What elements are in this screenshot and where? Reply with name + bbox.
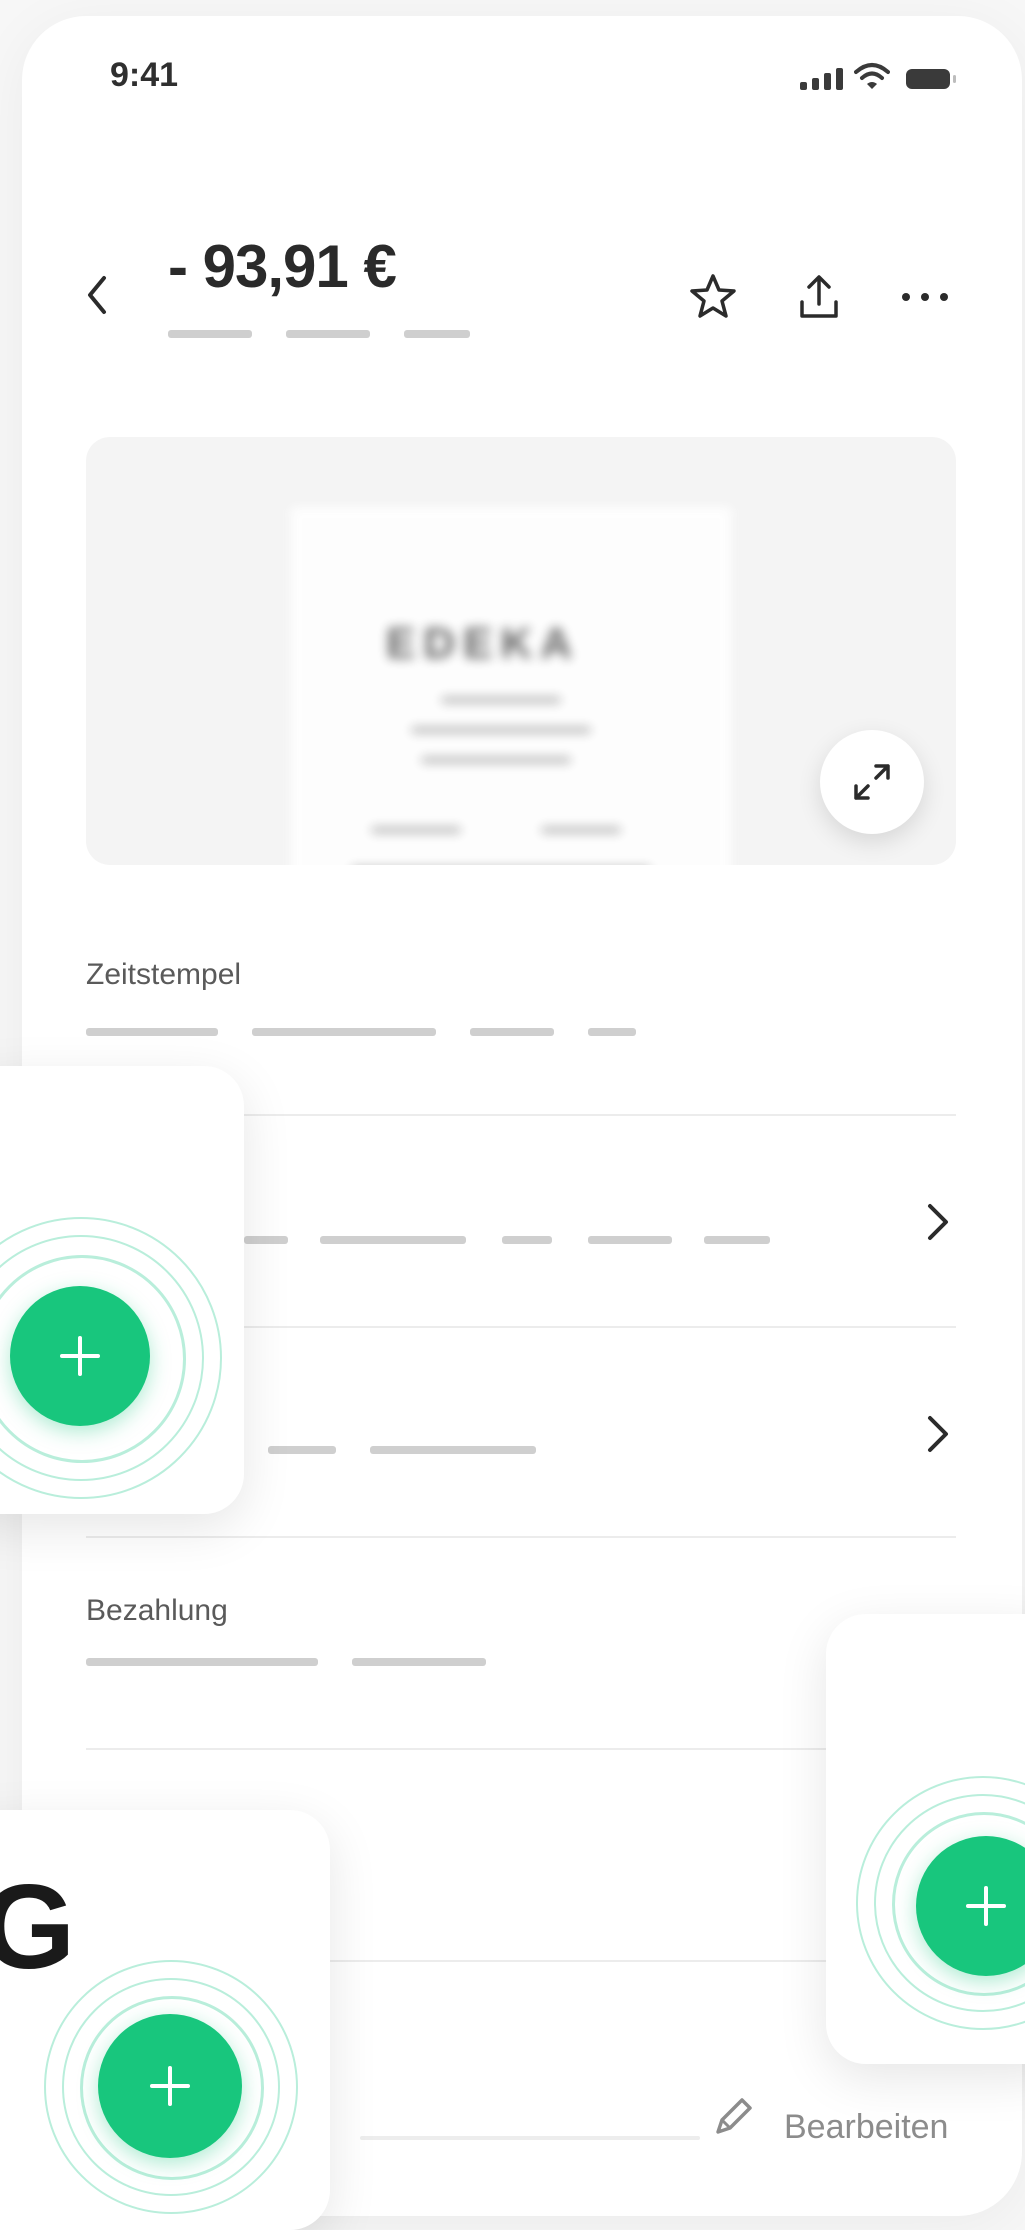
status-time: 9:41 [110, 56, 179, 94]
battery-icon [906, 69, 956, 89]
back-chevron-icon[interactable] [78, 270, 118, 320]
chevron-right-icon[interactable] [922, 1200, 952, 1244]
more-icon[interactable] [898, 270, 952, 324]
share-icon[interactable] [792, 270, 846, 324]
star-icon[interactable] [686, 270, 740, 324]
receipt-store-name: EDEKA [386, 619, 581, 668]
pencil-icon[interactable] [708, 2092, 758, 2142]
add-button[interactable] [10, 1286, 150, 1426]
expand-icon [854, 764, 890, 800]
edit-separator [360, 2136, 700, 2140]
chevron-right-icon[interactable] [922, 1412, 952, 1456]
wifi-icon [854, 63, 890, 89]
transaction-amount: - 93,91 € [168, 233, 397, 300]
divider [86, 1536, 956, 1538]
edit-button[interactable]: Bearbeiten [784, 2108, 948, 2147]
receipt-paper: EDEKA [291, 507, 731, 865]
add-button[interactable] [98, 2014, 242, 2158]
status-icons [800, 63, 980, 96]
payment-label: Bezahlung [86, 1594, 228, 1627]
signal-icon [800, 68, 843, 90]
timestamp-label: Zeitstempel [86, 958, 242, 991]
partial-glyph: G [0, 1860, 76, 1994]
expand-button[interactable] [820, 730, 924, 834]
